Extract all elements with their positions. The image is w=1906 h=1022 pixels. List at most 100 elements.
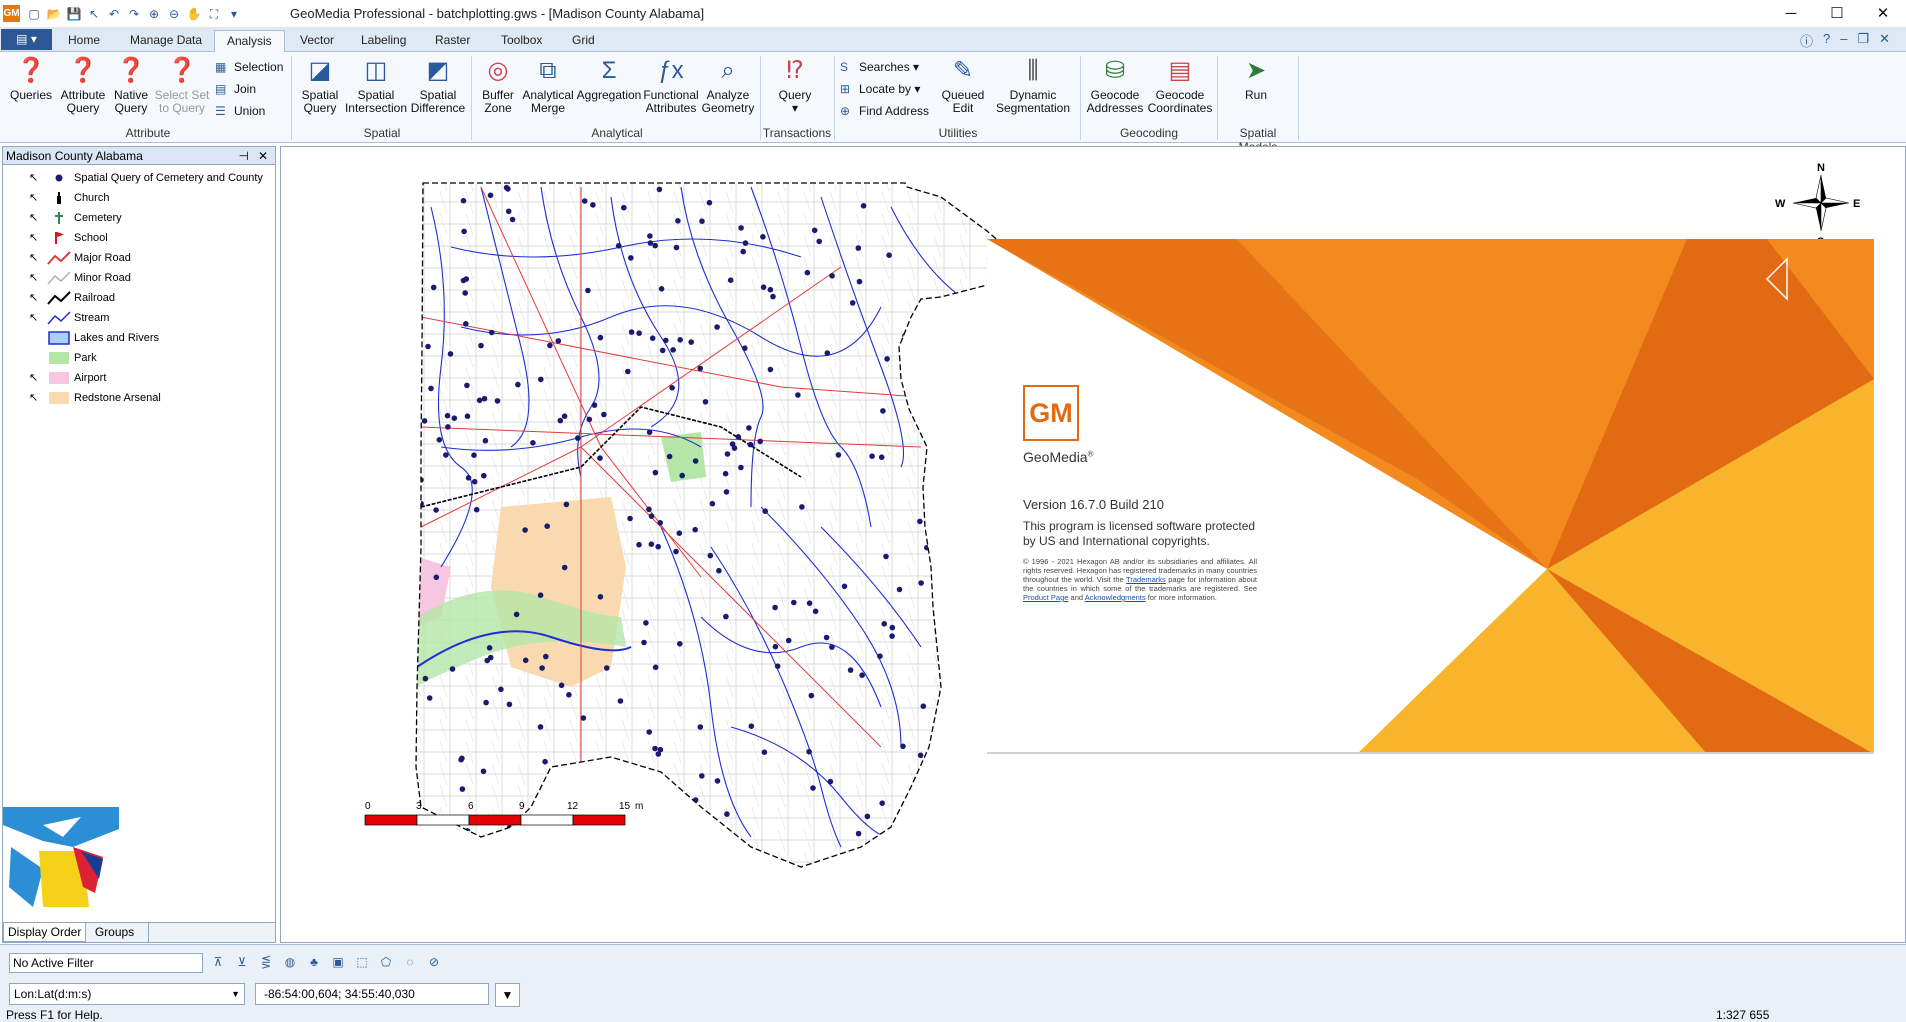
tab-home[interactable]: Home <box>56 30 112 52</box>
select-polygon-icon[interactable]: ⬠ <box>378 954 394 970</box>
locatable-icon[interactable]: ↖ <box>29 288 41 308</box>
image-icon[interactable]: ▣ <box>330 954 346 970</box>
legend-item-stream[interactable]: ↖ Stream <box>3 308 275 328</box>
tab-manage-data[interactable]: Manage Data <box>118 30 214 52</box>
union-button[interactable]: ☰ Union <box>215 102 265 120</box>
spatial-difference-button[interactable]: ◩ Spatial Difference <box>408 56 468 115</box>
layer-icon[interactable]: ⋚ <box>258 954 274 970</box>
zoom-out-icon[interactable]: ⊖ <box>166 6 182 22</box>
cemetery-point <box>628 255 634 261</box>
legend-item-minor-road[interactable]: ↖ Minor Road <box>3 268 275 288</box>
pan-icon[interactable]: ✋ <box>186 6 202 22</box>
aggregation-button[interactable]: Σ Aggregation <box>576 56 642 102</box>
legend-item-park[interactable]: Park <box>3 348 275 368</box>
spatial-query-button[interactable]: ◪ Spatial Query <box>296 56 344 115</box>
legend-item-lakes-rivers[interactable]: Lakes and Rivers <box>3 328 275 348</box>
legend-item-redstone-arsenal[interactable]: ↖ Redstone Arsenal <box>3 388 275 408</box>
maximize-button[interactable]: ☐ <box>1814 0 1860 28</box>
fit-all-icon[interactable]: ⛶ <box>206 6 222 22</box>
filter-icon[interactable]: ⊼ <box>210 954 226 970</box>
doc-close-icon[interactable]: ✕ <box>1879 31 1890 50</box>
tab-display-order[interactable]: Display Order <box>3 923 87 942</box>
legend-item-school[interactable]: ↖ School <box>3 228 275 248</box>
tab-grid[interactable]: Grid <box>560 30 607 52</box>
searches-button[interactable]: S Searches ▾ <box>840 58 919 76</box>
locatable-icon[interactable]: ↖ <box>29 188 41 208</box>
acknowledgments-link[interactable]: Acknowledgments <box>1085 593 1146 602</box>
tab-toolbox[interactable]: Toolbox <box>489 30 554 52</box>
redo-icon[interactable]: ↷ <box>126 6 142 22</box>
doc-restore-icon[interactable]: ❐ <box>1857 31 1869 50</box>
geocode-coordinates-button[interactable]: ▤ Geocode Coordinates <box>1146 56 1214 115</box>
select-circle-icon[interactable]: ◌ <box>402 954 418 970</box>
product-page-link[interactable]: Product Page <box>1023 593 1068 602</box>
zoom-in-icon[interactable]: ⊕ <box>146 6 162 22</box>
tab-groups[interactable]: Groups <box>81 923 149 942</box>
attribute-query-button[interactable]: ❓ Attribute Query <box>58 56 108 115</box>
save-icon[interactable]: 💾 <box>66 6 82 22</box>
coordinate-system-select[interactable]: Lon:Lat(d:m:s) ▼ <box>9 983 245 1005</box>
select-icon[interactable]: ↖ <box>86 6 102 22</box>
coordinate-dropdown-button[interactable]: ▼ <box>495 983 520 1007</box>
dynamic-segmentation-button[interactable]: ⫼ Dynamic Segmentation <box>990 56 1076 115</box>
spatial-intersection-button[interactable]: ◫ Spatial Intersection <box>344 56 408 115</box>
help-icon[interactable]: ? <box>1823 31 1830 50</box>
functional-attributes-button[interactable]: ƒx Functional Attributes <box>642 56 700 115</box>
queries-button[interactable]: ❓ Queries <box>8 56 54 102</box>
locatable-icon[interactable]: ↖ <box>29 208 41 228</box>
geocode-addresses-button[interactable]: ⛁ Geocode Addresses <box>1084 56 1146 115</box>
locatable-icon[interactable]: ↖ <box>29 308 41 328</box>
file-menu-button[interactable]: ▤ ▾ <box>1 29 52 50</box>
locatable-icon[interactable]: ↖ <box>29 248 41 268</box>
legend-item-major-road[interactable]: ↖ Major Road <box>3 248 275 268</box>
cemetery-point <box>636 541 642 548</box>
locatable-icon[interactable]: ↖ <box>29 368 41 388</box>
analytical-merge-button[interactable]: ⧉ Analytical Merge <box>520 56 576 115</box>
legend-item-cemetery[interactable]: ↖ Cemetery <box>3 208 275 228</box>
tab-vector[interactable]: Vector <box>288 30 346 52</box>
cemetery-point <box>433 574 440 581</box>
trademarks-link[interactable]: Trademarks <box>1126 575 1166 584</box>
customize-qat-icon[interactable]: ▾ <box>226 6 242 22</box>
locatable-icon[interactable]: ↖ <box>29 388 41 408</box>
app-logo[interactable]: GM <box>3 5 20 22</box>
map-window[interactable]: 0 3 6 9 12 15 m N E W GM GeoMedia® Versi… <box>280 146 1906 943</box>
legend-item-church[interactable]: ↖ Church <box>3 188 275 208</box>
query-transactions-button[interactable]: ⁉ Query ▾ <box>770 56 820 115</box>
tree-icon[interactable]: ♣ <box>306 954 322 970</box>
locatable-icon[interactable]: ↖ <box>29 228 41 248</box>
join-button[interactable]: ▤ Join <box>215 80 256 98</box>
locatable-icon[interactable]: ↖ <box>29 168 41 188</box>
undo-icon[interactable]: ↶ <box>106 6 122 22</box>
close-panel-icon[interactable]: ✕ <box>258 147 268 165</box>
legend-item-railroad[interactable]: ↖ Railroad <box>3 288 275 308</box>
active-filter-field[interactable]: No Active Filter <box>9 953 203 973</box>
open-icon[interactable]: 📂 <box>46 6 62 22</box>
analyze-geometry-button[interactable]: ⌕ Analyze Geometry <box>700 56 756 115</box>
selection-button[interactable]: ▦ Selection <box>215 58 283 76</box>
legend-item-airport[interactable]: ↖ Airport <box>3 368 275 388</box>
queued-edit-button[interactable]: ✎ Queued Edit <box>940 56 986 115</box>
select-set-to-query-button[interactable]: ❓ Select Set to Query <box>154 56 210 115</box>
tab-labeling[interactable]: Labeling <box>349 30 418 52</box>
globe-icon[interactable]: ◍ <box>282 954 298 970</box>
new-icon[interactable]: ▢ <box>26 6 42 22</box>
coordinate-readout[interactable]: -86:54:00,604; 34:55:40,030 <box>255 983 489 1005</box>
info-icon[interactable]: ⓘ <box>1800 31 1813 50</box>
tab-raster[interactable]: Raster <box>423 30 482 52</box>
locatable-icon[interactable]: ↖ <box>29 268 41 288</box>
tab-analysis[interactable]: Analysis <box>214 30 285 52</box>
find-address-button[interactable]: ⊕ Find Address <box>840 102 929 120</box>
select-rect-icon[interactable]: ⬚ <box>354 954 370 970</box>
close-button[interactable]: ✕ <box>1860 0 1906 28</box>
pin-icon[interactable]: ⊣ <box>239 147 249 165</box>
clear-filter-icon[interactable]: ⊘ <box>426 954 442 970</box>
legend-item-spatial-query[interactable]: ↖ Spatial Query of Cemetery and County <box>3 168 275 188</box>
doc-minimize-icon[interactable]: – <box>1840 31 1847 50</box>
native-query-button[interactable]: ❓ Native Query <box>108 56 154 115</box>
run-spatial-model-button[interactable]: ➤ Run <box>1222 56 1290 102</box>
locate-by-button[interactable]: ⊞ Locate by ▾ <box>840 80 920 98</box>
minimize-button[interactable]: ─ <box>1768 0 1814 28</box>
filter-edit-icon[interactable]: ⊻ <box>234 954 250 970</box>
buffer-zone-button[interactable]: ◎ Buffer Zone <box>476 56 520 115</box>
